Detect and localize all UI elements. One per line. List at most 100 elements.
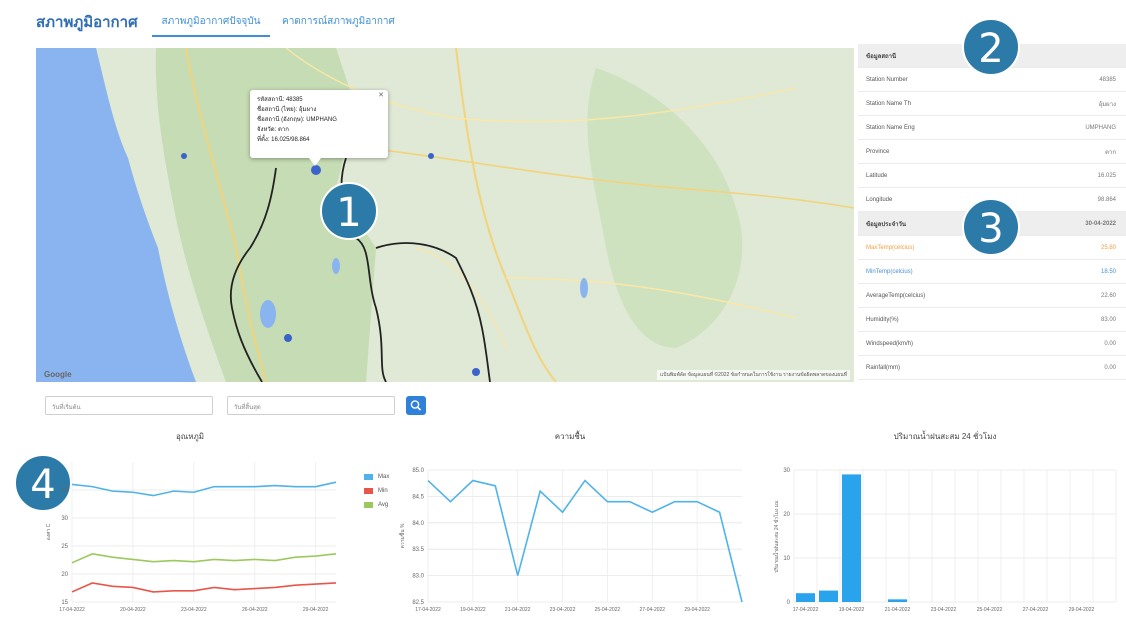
y-tick-label: 20 — [783, 512, 790, 518]
info-value: 25.80 — [1100, 244, 1116, 251]
legend-label: Avg — [378, 502, 389, 508]
forest-area-east — [587, 68, 743, 348]
station-popup: ✕ รหัสสถานี: 48385 ชื่อสถานี (ไทย): อุ้ม… — [250, 90, 388, 158]
callout-badge-3: 3 — [962, 198, 1020, 256]
end-date-input[interactable]: วันที่สิ้นสุด — [227, 396, 395, 415]
series-line-humidity — [427, 479, 743, 603]
x-tick-label: 23-04-2022 — [550, 607, 576, 613]
info-value: 48385 — [1099, 76, 1116, 83]
info-row: AverageTemp(celcius) 22.60 — [858, 284, 1126, 308]
callout-badge-2: 2 — [962, 18, 1020, 76]
humidity-chart-svg: 82.5 83.0 83.5 84.0 84.5 85.0 17-04-2022 19-04-… — [397, 468, 743, 613]
popup-line: ชื่อสถานี (ไทย): อุ้มผาง — [257, 107, 317, 113]
legend-label: Max — [378, 474, 390, 480]
x-tick-label: 17-04-2022 — [793, 607, 819, 613]
x-tick-label: 25-04-2022 — [977, 607, 1003, 613]
y-tick-label: 83.0 — [412, 574, 424, 580]
page-title: สภาพภูมิอากาศ — [36, 14, 138, 31]
page-header: สภาพภูมิอากาศ สภาพภูมิอากาศปัจจุบัน คาดก… — [0, 0, 1126, 42]
info-value: 98.864 — [1097, 196, 1116, 203]
x-tick-label: 29-04-2022 — [684, 607, 710, 613]
y-axis-label: ความชื้น % — [397, 523, 406, 548]
popup-line: รหัสสถานี: 48385 — [257, 97, 303, 103]
google-logo: Google — [44, 370, 72, 379]
road — [455, 48, 557, 382]
info-value: ตาก — [1105, 149, 1116, 156]
rainfall-chart-svg: 0 10 20 30 17-04-2022 19-04-2022 21-04-2022 23-… — [771, 468, 1117, 613]
road — [415, 247, 507, 349]
y-tick-label: 0 — [787, 600, 791, 606]
station-marker[interactable] — [181, 153, 187, 159]
y-axis-label: ปริมาณน้ำฝนสะสม 24 ชั่วโมง มม. — [771, 499, 780, 573]
info-value: 0.00 — [1104, 340, 1116, 347]
y-tick-label: 30 — [61, 516, 68, 522]
station-marker[interactable] — [428, 153, 434, 159]
info-row: Station Name Eng UMPHANG — [858, 116, 1126, 140]
date-filter-bar: วันที่เริ่มต้น วันที่สิ้นสุด — [0, 396, 1126, 416]
info-label: Humidity(%) — [866, 316, 899, 323]
info-label: ข้อมูลสถานี — [866, 53, 897, 60]
close-icon[interactable]: ✕ — [378, 91, 384, 101]
info-label: AverageTemp(celcius) — [866, 292, 926, 299]
y-tick-label: 20 — [61, 572, 68, 578]
x-tick-label: 27-04-2022 — [1023, 607, 1049, 613]
info-label: Windspeed(km/h) — [866, 340, 914, 347]
callout-badge-1: 1 — [320, 182, 378, 240]
humidity-chart: ความชื้น 82.5 83.0 83.5 84.0 84.5 85.0 17-04-2… — [392, 430, 748, 620]
legend-item-avg[interactable]: Avg — [364, 502, 389, 508]
info-label: Province — [866, 148, 890, 155]
x-tick-label: 19-04-2022 — [839, 607, 865, 613]
series-line-min — [71, 582, 337, 593]
start-date-input[interactable]: วันที่เริ่มต้น — [45, 396, 213, 415]
station-marker[interactable] — [284, 334, 292, 342]
x-tick-label: 29-04-2022 — [303, 607, 329, 613]
legend-swatch — [364, 474, 373, 480]
popup-line: ชื่อสถานี (อังกฤษ): UMPHANG — [257, 117, 337, 123]
station-marker[interactable] — [472, 368, 480, 376]
legend-swatch — [364, 488, 373, 494]
rain-bar — [888, 599, 907, 602]
y-tick-label: 10 — [783, 556, 790, 562]
temperature-legend: Max Min Avg — [364, 474, 389, 516]
province-border — [375, 242, 491, 382]
x-tick-label: 21-04-2022 — [885, 607, 911, 613]
popup-tail — [309, 158, 321, 166]
info-row: Windspeed(km/h) 0.00 — [858, 332, 1126, 356]
info-value: 18.50 — [1100, 268, 1116, 275]
info-value: 83.00 — [1100, 316, 1116, 323]
search-icon — [410, 400, 422, 411]
y-axis-label: องศา C — [46, 523, 52, 540]
info-value: 30-04-2022 — [1085, 220, 1116, 227]
info-label: MinTemp(celcius) — [866, 268, 913, 275]
tab-current-climate[interactable]: สภาพภูมิอากาศปัจจุบัน — [152, 14, 270, 37]
legend-item-min[interactable]: Min — [364, 488, 389, 494]
temperature-chart: อุณหภูมิ 15 20 25 30 35 17-04-2022 20-04-2022 2… — [40, 430, 340, 620]
y-tick-label: 84.0 — [412, 521, 424, 527]
info-row: Latitude 16.025 — [858, 164, 1126, 188]
x-tick-label: 25-04-2022 — [595, 607, 621, 613]
temperature-chart-svg: 15 20 25 30 35 17-04-2022 20-04-2022 23-04-2022… — [46, 462, 337, 613]
info-value: 0.00 — [1104, 364, 1116, 371]
y-tick-label: 15 — [61, 600, 68, 606]
info-label: ข้อมูลประจำวัน — [866, 221, 906, 228]
info-value: UMPHANG — [1085, 124, 1116, 131]
rain-bar — [842, 474, 861, 602]
chart-title: ปริมาณน้ำฝนสะสม 24 ชั่วโมง — [893, 432, 997, 441]
x-tick-label: 17-04-2022 — [59, 607, 85, 613]
info-value: 16.025 — [1097, 172, 1116, 179]
rain-bar — [796, 593, 815, 602]
info-label: Station Name Th — [866, 100, 911, 107]
search-button[interactable] — [406, 396, 426, 415]
legend-item-max[interactable]: Max — [364, 474, 389, 480]
y-tick-label: 82.5 — [412, 600, 424, 606]
x-tick-label: 26-04-2022 — [242, 607, 268, 613]
info-label: Latitude — [866, 172, 888, 179]
station-map[interactable]: ✕ รหัสสถานี: 48385 ชื่อสถานี (ไทย): อุ้ม… — [36, 48, 854, 382]
tab-climate-forecast[interactable]: คาดการณ์สภาพภูมิอากาศ — [282, 14, 395, 35]
station-marker[interactable] — [311, 165, 321, 175]
map-canvas[interactable] — [36, 48, 854, 382]
chart-title: ความชื้น — [554, 432, 586, 441]
x-tick-label: 20-04-2022 — [120, 607, 146, 613]
info-label: Longitude — [866, 196, 893, 203]
map-attribution[interactable]: แป้นพิมพ์ลัด ข้อมูลแผนที่ ©2022 ข้อกำหนด… — [657, 370, 850, 380]
